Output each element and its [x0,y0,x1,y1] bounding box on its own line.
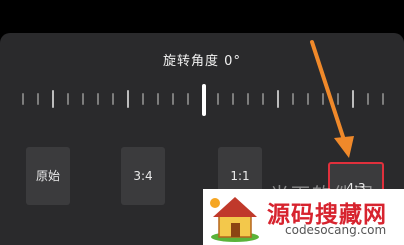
site-watermark: 源码搜藏网 codesocang.com [203,189,404,245]
watermark-url: codesocang.com [285,223,387,237]
house-logo-icon [210,197,259,242]
